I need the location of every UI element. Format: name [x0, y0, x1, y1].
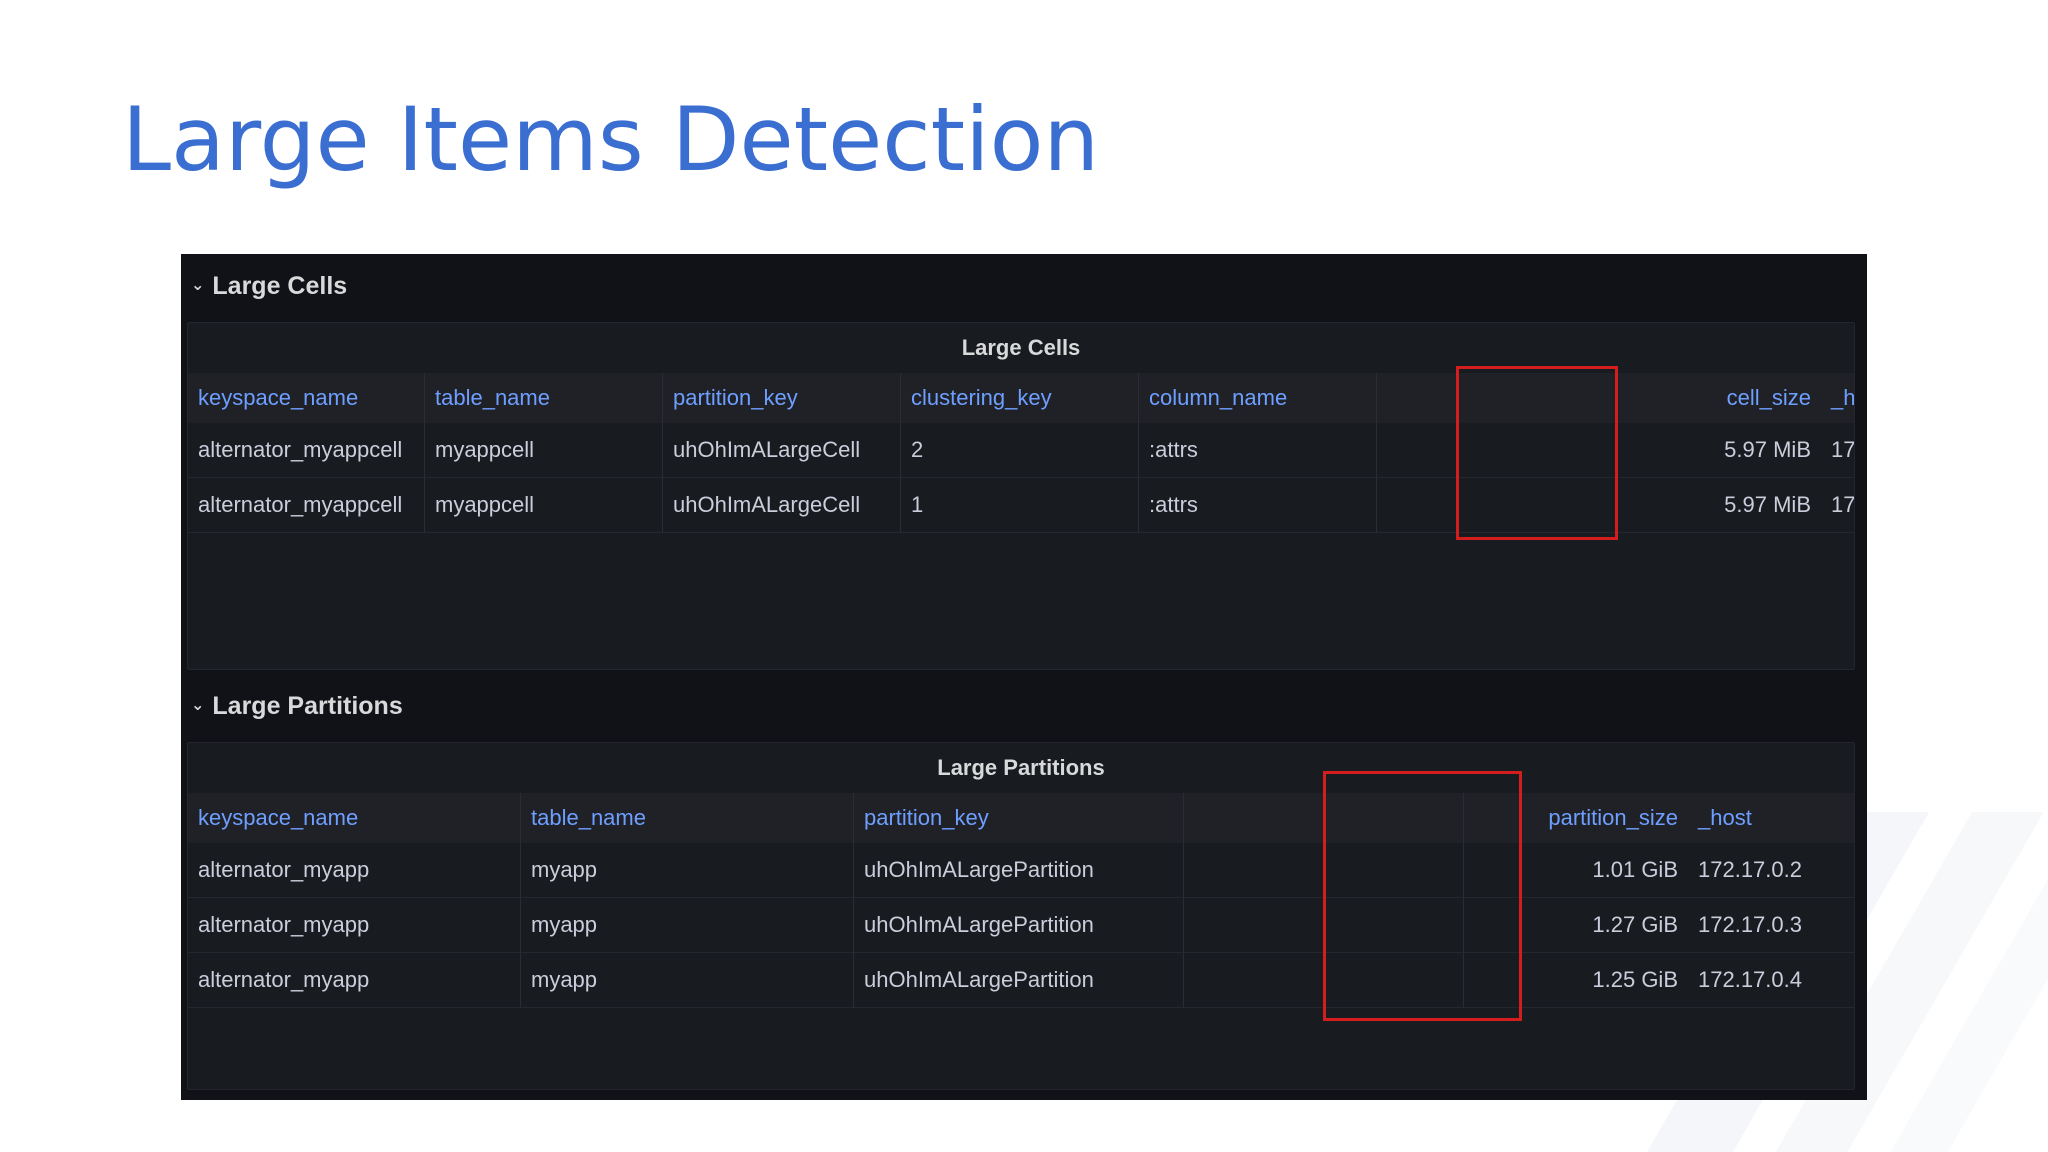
column-header-partition-key[interactable]: partition_key	[663, 373, 901, 423]
cell-partition-key: uhOhImALargePartition	[854, 953, 1184, 1008]
row-header-large-partitions[interactable]: ⌄ Large Partitions	[191, 686, 403, 726]
cell-host: 172.17.0.2	[1821, 478, 1854, 533]
column-header-host[interactable]: _host	[1688, 793, 1854, 843]
cell-table-name: myappcell	[425, 423, 663, 478]
cell-keyspace-name: alternator_myapp	[188, 898, 521, 953]
table-row: alternator_myapp myapp uhOhImALargeParti…	[188, 898, 1854, 953]
row-title: Large Partitions	[212, 691, 403, 720]
row-header-large-cells[interactable]: ⌄ Large Cells	[191, 266, 347, 306]
panel-title[interactable]: Large Partitions	[188, 743, 1854, 793]
cell-keyspace-name: alternator_myapp	[188, 843, 521, 898]
column-header-keyspace-name[interactable]: keyspace_name	[188, 793, 521, 843]
cell-keyspace-name: alternator_myappcell	[188, 478, 425, 533]
cell-partition-key: uhOhImALargePartition	[854, 843, 1184, 898]
row-title: Large Cells	[212, 271, 348, 300]
column-header-clustering-key[interactable]: clustering_key	[901, 373, 1139, 423]
column-header-keyspace-name[interactable]: keyspace_name	[188, 373, 425, 423]
cell-cell-size: 5.97 MiB	[1617, 478, 1821, 533]
table-header: keyspace_name table_name partition_key p…	[188, 793, 1854, 843]
column-header-table-name[interactable]: table_name	[425, 373, 663, 423]
highlight-box-cell-size	[1456, 366, 1618, 540]
grafana-dashboard: ⌄ Large Cells Large Cells keyspace_name …	[181, 254, 1867, 1100]
cell-table-name: myapp	[521, 953, 854, 1008]
cell-partition-key: uhOhImALargeCell	[663, 423, 901, 478]
column-header-column-name[interactable]: column_name	[1139, 373, 1377, 423]
cell-clustering-key: 2	[901, 423, 1139, 478]
cell-table-name: myapp	[521, 898, 854, 953]
chevron-down-icon: ⌄	[191, 697, 205, 714]
cell-keyspace-name: alternator_myappcell	[188, 423, 425, 478]
cell-partition-key: uhOhImALargeCell	[663, 478, 901, 533]
column-header-partition-key[interactable]: partition_key	[854, 793, 1184, 843]
cell-cell-size: 5.97 MiB	[1617, 423, 1821, 478]
cell-host: 172.17.0.4	[1688, 953, 1854, 1008]
chevron-down-icon: ⌄	[191, 277, 205, 294]
cell-host: 172.17.0.3	[1688, 898, 1854, 953]
cell-column-name: :attrs	[1139, 478, 1377, 533]
cell-host: 172.17.0.2	[1688, 843, 1854, 898]
table-row: alternator_myapp myapp uhOhImALargeParti…	[188, 843, 1854, 898]
cell-keyspace-name: alternator_myapp	[188, 953, 521, 1008]
column-header-host[interactable]: _host	[1821, 373, 1854, 423]
cell-partition-key: uhOhImALargePartition	[854, 898, 1184, 953]
cell-host: 172.17.0.2	[1821, 423, 1854, 478]
cell-column-name: :attrs	[1139, 423, 1377, 478]
cell-table-name: myapp	[521, 843, 854, 898]
cell-table-name: myappcell	[425, 478, 663, 533]
panel-large-partitions: Large Partitions keyspace_name table_nam…	[187, 742, 1855, 1090]
highlight-box-partition-size	[1323, 771, 1522, 1021]
column-header-cell-size[interactable]: cell_size	[1617, 373, 1821, 423]
cell-clustering-key: 1	[901, 478, 1139, 533]
column-header-table-name[interactable]: table_name	[521, 793, 854, 843]
table-row: alternator_myapp myapp uhOhImALargeParti…	[188, 953, 1854, 1008]
slide-title: Large Items Detection	[122, 88, 1100, 191]
